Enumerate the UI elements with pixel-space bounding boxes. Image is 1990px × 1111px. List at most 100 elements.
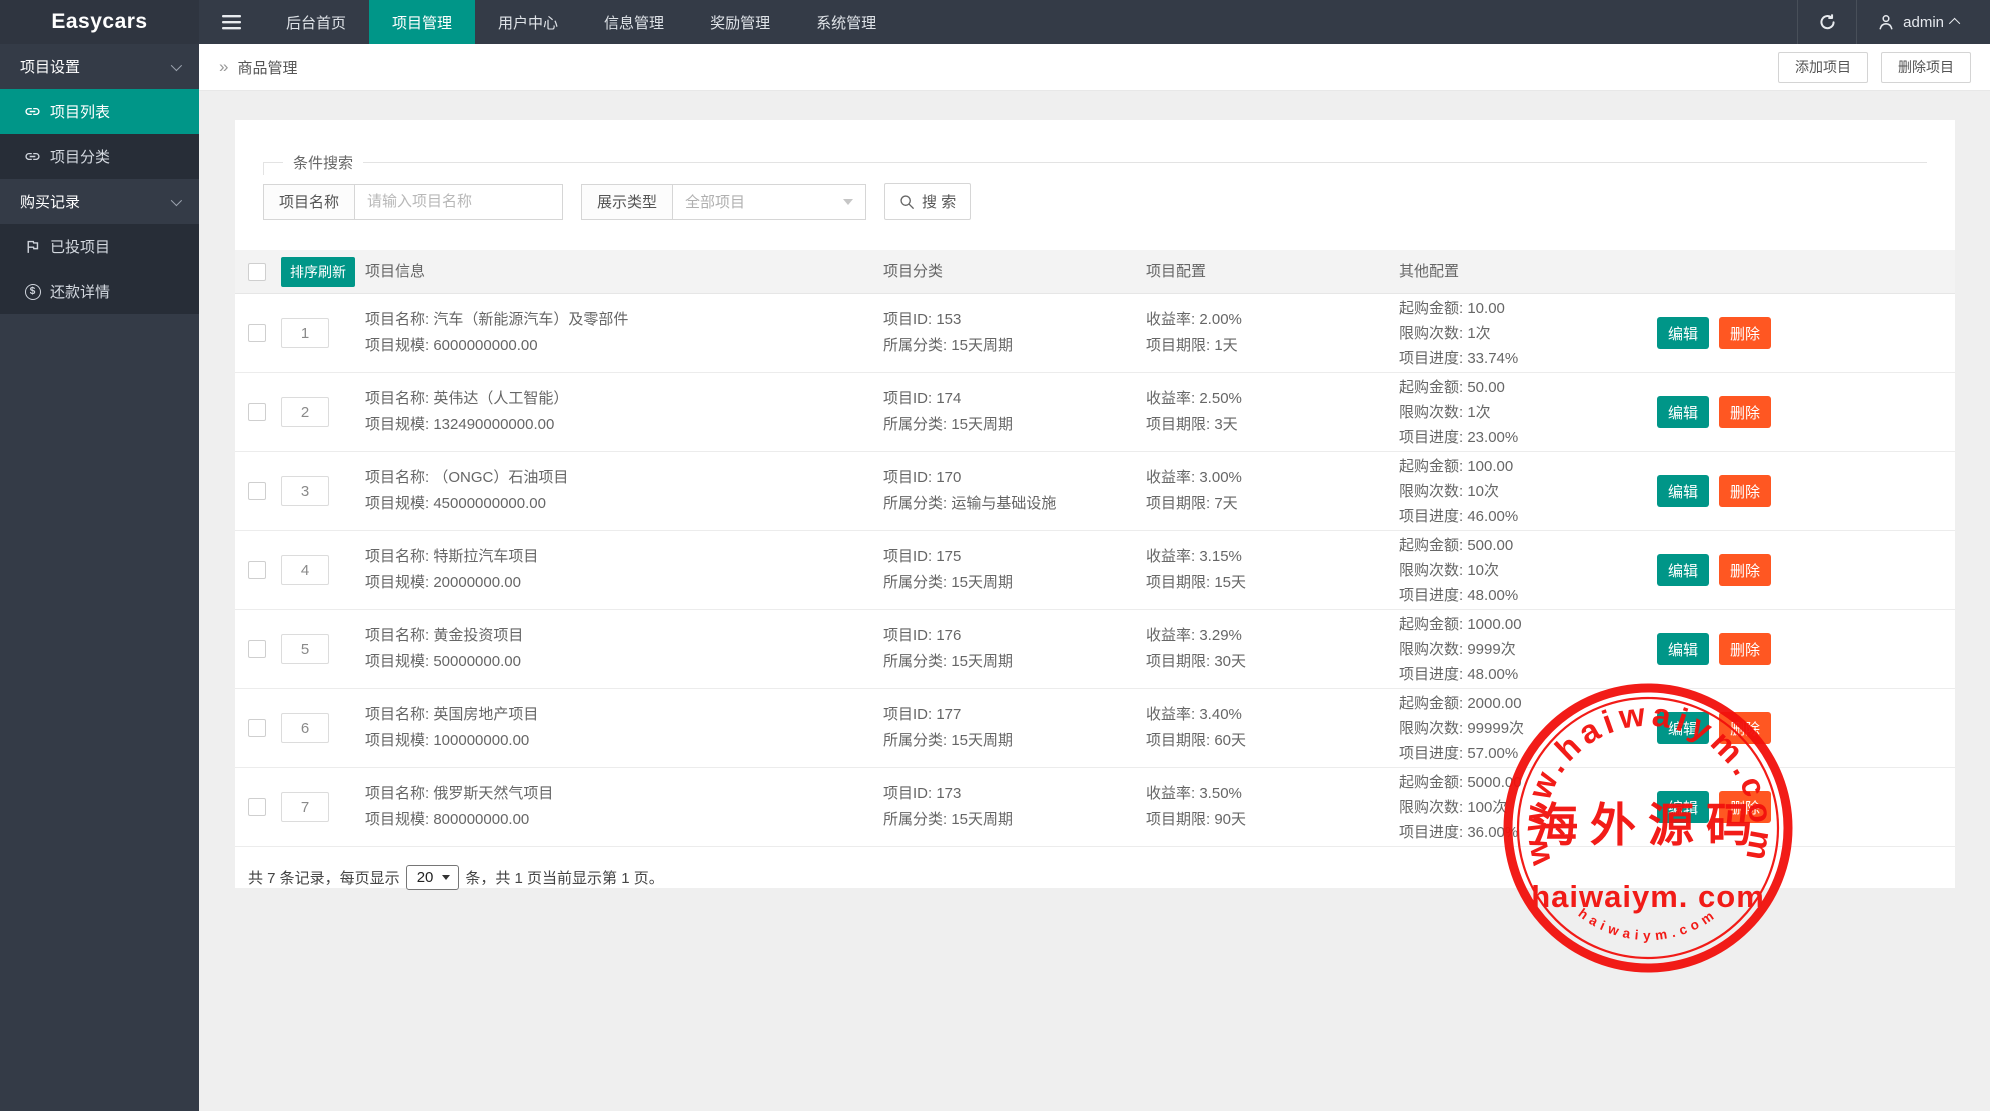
table-row: 项目名称: 英伟达（人工智能） 项目规模: 132490000000.00 项目…	[235, 373, 1955, 452]
row-checkbox[interactable]	[248, 482, 266, 500]
refresh-icon	[1818, 13, 1837, 32]
search-button[interactable]: 搜 索	[884, 183, 971, 220]
term-value: 15天	[1214, 574, 1246, 591]
row-checkbox[interactable]	[248, 719, 266, 737]
project-name-value: 英国房地产项目	[433, 706, 538, 723]
project-name-label: 项目名称:	[365, 311, 433, 328]
row-checkbox[interactable]	[248, 561, 266, 579]
project-category-cell: 项目ID: 175 所属分类: 15天周期	[883, 544, 1146, 596]
row-sort-input[interactable]	[281, 476, 329, 506]
delete-project-button[interactable]: 删除项目	[1881, 52, 1971, 83]
refresh-button[interactable]	[1798, 0, 1856, 44]
min-amount-label: 起购金额:	[1399, 379, 1467, 396]
delete-button[interactable]: 删除	[1719, 554, 1771, 586]
row-sort-input[interactable]	[281, 318, 329, 348]
sidebar-item-project-list[interactable]: 项目列表	[0, 89, 199, 134]
edit-button[interactable]: 编辑	[1657, 633, 1709, 665]
row-sort-input[interactable]	[281, 397, 329, 427]
search-legend: 条件搜索	[283, 152, 363, 173]
row-sort-input[interactable]	[281, 634, 329, 664]
project-scale-value: 50000000.00	[433, 653, 521, 670]
progress-value: 48.00%	[1467, 666, 1518, 683]
limit-value: 1次	[1467, 325, 1490, 342]
table-row: 项目名称: 俄罗斯天然气项目 项目规模: 800000000.00 项目ID: …	[235, 768, 1955, 847]
row-checkbox[interactable]	[248, 403, 266, 421]
delete-button[interactable]: 删除	[1719, 396, 1771, 428]
limit-label: 限购次数:	[1399, 483, 1467, 500]
edit-button[interactable]: 编辑	[1657, 317, 1709, 349]
row-checkbox[interactable]	[248, 640, 266, 658]
sidebar-item-project-category[interactable]: 项目分类	[0, 134, 199, 179]
rate-value: 3.40%	[1199, 706, 1242, 723]
limit-value: 10次	[1467, 483, 1499, 500]
edit-button[interactable]: 编辑	[1657, 712, 1709, 744]
project-scale-value: 20000000.00	[433, 574, 521, 591]
nav-item-home[interactable]: 后台首页	[263, 0, 369, 44]
project-category-cell: 项目ID: 174 所属分类: 15天周期	[883, 386, 1146, 438]
nav-item-project-management[interactable]: 项目管理	[369, 0, 475, 44]
nav-item-user-center[interactable]: 用户中心	[475, 0, 581, 44]
sidebar-group-project-settings[interactable]: 项目设置	[0, 44, 199, 89]
project-id-label: 项目ID:	[883, 311, 936, 328]
nav-item-system-management[interactable]: 系统管理	[793, 0, 899, 44]
display-type-label: 展示类型	[581, 184, 673, 220]
app-logo: Easycars	[0, 0, 199, 44]
sidebar-item-invested-projects[interactable]: 已投项目	[0, 224, 199, 269]
sidebar-group-purchase-records[interactable]: 购买记录	[0, 179, 199, 224]
row-actions: 编辑 删除	[1657, 633, 1955, 665]
limit-value: 100次	[1467, 799, 1507, 816]
delete-button[interactable]: 删除	[1719, 475, 1771, 507]
delete-button[interactable]: 删除	[1719, 712, 1771, 744]
delete-button[interactable]: 删除	[1719, 317, 1771, 349]
project-scale-label: 项目规模:	[365, 653, 433, 670]
term-label: 项目期限:	[1146, 653, 1214, 670]
display-type-select[interactable]: 全部项目	[673, 184, 866, 220]
project-id-label: 项目ID:	[883, 785, 936, 802]
project-cat-label: 所属分类:	[883, 732, 951, 749]
delete-button[interactable]: 删除	[1719, 633, 1771, 665]
row-sort-input[interactable]	[281, 792, 329, 822]
row-checkbox[interactable]	[248, 798, 266, 816]
row-checkbox[interactable]	[248, 324, 266, 342]
nav-item-info-management[interactable]: 信息管理	[581, 0, 687, 44]
edit-button[interactable]: 编辑	[1657, 475, 1709, 507]
caret-down-icon	[843, 199, 853, 205]
min-amount-value: 10.00	[1467, 300, 1505, 317]
add-project-button[interactable]: 添加项目	[1778, 52, 1868, 83]
header-other: 其他配置	[1399, 259, 1657, 285]
limit-value: 1次	[1467, 404, 1490, 421]
edit-button[interactable]: 编辑	[1657, 396, 1709, 428]
project-name-group: 项目名称	[263, 184, 563, 220]
limit-label: 限购次数:	[1399, 641, 1467, 658]
min-amount-value: 100.00	[1467, 458, 1513, 475]
page-size-select[interactable]: 20	[406, 865, 460, 890]
project-name-label: 项目名称	[263, 184, 355, 220]
min-amount-label: 起购金额:	[1399, 774, 1467, 791]
row-actions: 编辑 删除	[1657, 791, 1955, 823]
project-cat-value: 运输与基础设施	[951, 495, 1056, 512]
chevron-down-icon	[171, 59, 182, 70]
select-all-checkbox[interactable]	[248, 263, 266, 281]
delete-button[interactable]: 删除	[1719, 791, 1771, 823]
admin-menu[interactable]: admin	[1857, 0, 1990, 44]
project-name-input[interactable]	[355, 184, 563, 220]
sidebar: 项目设置 项目列表 项目分类 购买记录 已投项目 $ 还款详情	[0, 44, 199, 1111]
progress-label: 项目进度:	[1399, 745, 1467, 762]
sidebar-item-repayment-details[interactable]: $ 还款详情	[0, 269, 199, 314]
project-scale-label: 项目规模:	[365, 416, 433, 433]
sidebar-toggle-button[interactable]	[199, 0, 263, 44]
project-id-value: 153	[936, 311, 961, 328]
project-scale-label: 项目规模:	[365, 495, 433, 512]
admin-username: admin	[1903, 14, 1944, 31]
flag-icon	[24, 238, 41, 255]
project-id-value: 170	[936, 469, 961, 486]
row-sort-input[interactable]	[281, 713, 329, 743]
table-body: 项目名称: 汽车（新能源汽车）及零部件 项目规模: 6000000000.00 …	[235, 294, 1955, 847]
sort-refresh-button[interactable]: 排序刷新	[281, 257, 355, 287]
edit-button[interactable]: 编辑	[1657, 554, 1709, 586]
nav-item-reward-management[interactable]: 奖励管理	[687, 0, 793, 44]
row-sort-input[interactable]	[281, 555, 329, 585]
edit-button[interactable]: 编辑	[1657, 791, 1709, 823]
project-cat-value: 15天周期	[951, 574, 1013, 591]
rate-value: 3.50%	[1199, 785, 1242, 802]
